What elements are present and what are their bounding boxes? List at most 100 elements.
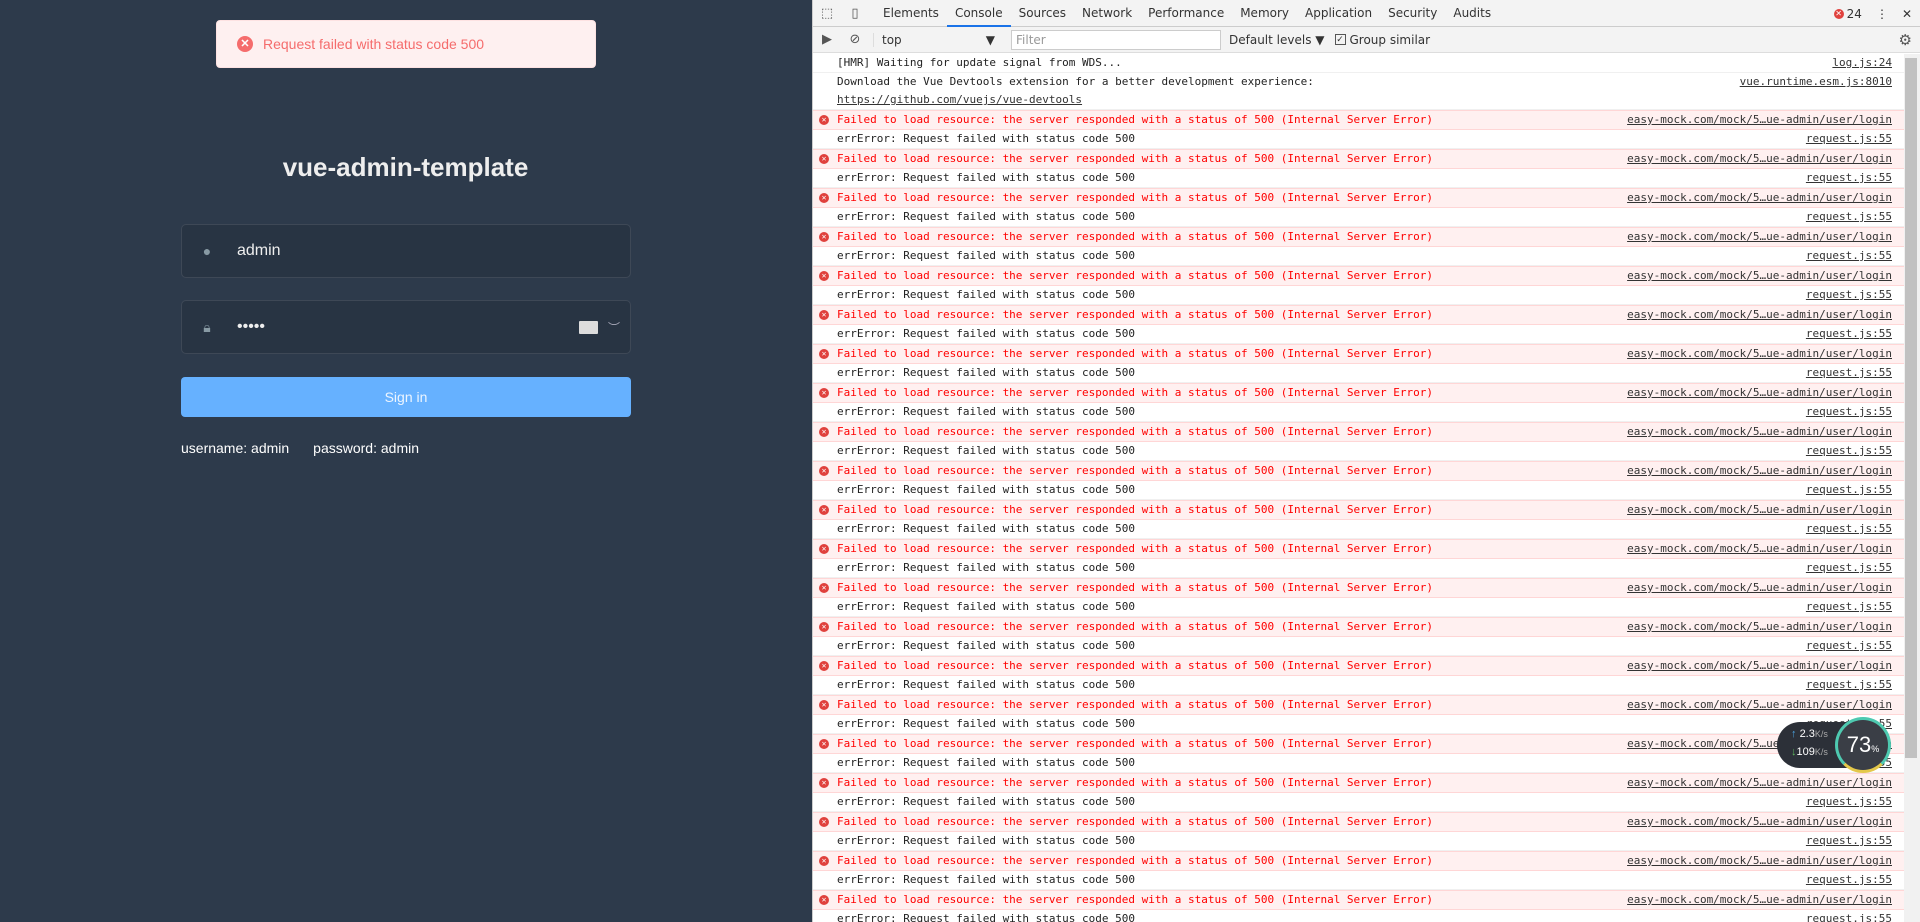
tab-performance[interactable]: Performance bbox=[1140, 0, 1232, 27]
keyboard-icon[interactable] bbox=[578, 321, 598, 334]
error-icon: ✕ bbox=[819, 700, 829, 710]
console-log-row: errError: Request failed with status cod… bbox=[813, 286, 1904, 305]
source-link[interactable]: easy-mock.com/mock/5…ue-admin/user/login bbox=[1627, 852, 1892, 870]
message-text: Failed to load resource: the server resp… bbox=[837, 776, 1434, 789]
context-selector[interactable]: top ▼ bbox=[873, 32, 1003, 47]
tab-sources[interactable]: Sources bbox=[1011, 0, 1074, 27]
source-link[interactable]: easy-mock.com/mock/5…ue-admin/user/login bbox=[1627, 150, 1892, 168]
clear-console-icon[interactable]: ⊘ bbox=[841, 32, 869, 47]
message-text: Failed to load resource: the server resp… bbox=[837, 893, 1434, 906]
console-log-row: errError: Request failed with status cod… bbox=[813, 559, 1904, 578]
source-link[interactable]: request.js:55 bbox=[1806, 637, 1892, 655]
scrollbar-track[interactable] bbox=[1904, 54, 1920, 922]
filter-input[interactable]: Filter bbox=[1011, 29, 1221, 50]
password-field[interactable]: 🔒︎ ••••• ︶ bbox=[181, 300, 631, 354]
source-link[interactable]: request.js:55 bbox=[1806, 832, 1892, 850]
error-icon: ✕ bbox=[819, 193, 829, 203]
source-link[interactable]: easy-mock.com/mock/5…ue-admin/user/login bbox=[1627, 696, 1892, 714]
devtools-tabbar: ⬚ ▯ Elements Console Sources Network Perform… bbox=[813, 0, 1920, 27]
source-link[interactable]: request.js:55 bbox=[1806, 481, 1892, 499]
source-link[interactable]: request.js:55 bbox=[1806, 130, 1892, 148]
source-link[interactable]: easy-mock.com/mock/5…ue-admin/user/login bbox=[1627, 891, 1892, 909]
levels-dropdown[interactable]: Default levels ▼ bbox=[1229, 33, 1325, 47]
console-error-row: ✕ Failed to load resource: the server res… bbox=[813, 188, 1904, 208]
console-log-row: errError: Request failed with status cod… bbox=[813, 364, 1904, 383]
source-link[interactable]: request.js:55 bbox=[1806, 871, 1892, 889]
devtools-link[interactable]: https://github.com/vuejs/vue-devtools bbox=[837, 91, 1892, 109]
source-link[interactable]: easy-mock.com/mock/5…ue-admin/user/login bbox=[1627, 345, 1892, 363]
username-field[interactable]: ● admin bbox=[181, 224, 631, 278]
console-error-row: ✕ Failed to load resource: the server res… bbox=[813, 812, 1904, 832]
source-link[interactable]: log.js:24 bbox=[1832, 54, 1892, 72]
source-link[interactable]: easy-mock.com/mock/5…ue-admin/user/login bbox=[1627, 774, 1892, 792]
source-link[interactable]: request.js:55 bbox=[1806, 676, 1892, 694]
device-toolbar-icon[interactable]: ▯ bbox=[841, 6, 869, 21]
console-toolbar: ▶ ⊘ top ▼ Filter Default levels ▼ ✓ Group … bbox=[813, 27, 1920, 53]
group-similar-checkbox[interactable]: ✓ Group similar bbox=[1334, 33, 1430, 47]
source-link[interactable]: request.js:55 bbox=[1806, 364, 1892, 382]
tab-memory[interactable]: Memory bbox=[1232, 0, 1297, 27]
password-input[interactable]: ••••• bbox=[237, 318, 265, 336]
source-link[interactable]: request.js:55 bbox=[1806, 793, 1892, 811]
tab-network[interactable]: Network bbox=[1074, 0, 1140, 27]
source-link[interactable]: easy-mock.com/mock/5…ue-admin/user/login bbox=[1627, 618, 1892, 636]
sidebar-toggle-icon[interactable]: ▶ bbox=[813, 32, 841, 47]
more-menu-icon[interactable]: ⋮ bbox=[1876, 7, 1888, 21]
tab-application[interactable]: Application bbox=[1297, 0, 1380, 27]
message-text: Failed to load resource: the server resp… bbox=[837, 230, 1434, 243]
source-link[interactable]: easy-mock.com/mock/5…ue-admin/user/login bbox=[1627, 462, 1892, 480]
source-link[interactable]: request.js:55 bbox=[1806, 598, 1892, 616]
download-speed: 109 bbox=[1796, 746, 1815, 758]
source-link[interactable]: request.js:55 bbox=[1806, 247, 1892, 265]
tab-elements[interactable]: Elements bbox=[875, 0, 947, 27]
source-link[interactable]: easy-mock.com/mock/5…ue-admin/user/login bbox=[1627, 189, 1892, 207]
dropdown-arrow-icon: ▼ bbox=[985, 32, 995, 47]
source-link[interactable]: easy-mock.com/mock/5…ue-admin/user/login bbox=[1627, 423, 1892, 441]
source-link[interactable]: easy-mock.com/mock/5…ue-admin/user/login bbox=[1627, 111, 1892, 129]
error-icon: ✕ bbox=[1833, 8, 1844, 19]
context-value: top bbox=[882, 32, 902, 47]
memory-gauge[interactable]: 73% bbox=[1835, 717, 1891, 773]
tab-audits[interactable]: Audits bbox=[1445, 0, 1499, 27]
sign-in-button[interactable]: Sign in bbox=[181, 377, 631, 417]
gauge-percent: 73 bbox=[1846, 732, 1872, 757]
error-icon: ✕ bbox=[819, 154, 829, 164]
source-link[interactable]: request.js:55 bbox=[1806, 442, 1892, 460]
source-link[interactable]: request.js:55 bbox=[1806, 910, 1892, 922]
source-link[interactable]: request.js:55 bbox=[1806, 559, 1892, 577]
source-link[interactable]: request.js:55 bbox=[1806, 520, 1892, 538]
console-log-row: errError: Request failed with status cod… bbox=[813, 325, 1904, 344]
source-link[interactable]: request.js:55 bbox=[1806, 286, 1892, 304]
message-text: errError: Request failed with status cod… bbox=[837, 678, 1136, 691]
inspect-icon[interactable]: ⬚ bbox=[813, 6, 841, 21]
username-input[interactable]: admin bbox=[237, 242, 281, 260]
source-link[interactable]: easy-mock.com/mock/5…ue-admin/user/login bbox=[1627, 501, 1892, 519]
source-link[interactable]: easy-mock.com/mock/5…ue-admin/user/login bbox=[1627, 267, 1892, 285]
eye-closed-icon[interactable]: ︶ bbox=[608, 319, 620, 336]
tab-console[interactable]: Console bbox=[946, 0, 1011, 27]
source-link[interactable]: easy-mock.com/mock/5…ue-admin/user/login bbox=[1627, 540, 1892, 558]
error-count-badge[interactable]: ✕ 24 bbox=[1833, 7, 1862, 21]
source-link[interactable]: request.js:55 bbox=[1806, 208, 1892, 226]
scrollbar-thumb[interactable] bbox=[1905, 58, 1917, 758]
source-link[interactable]: easy-mock.com/mock/5…ue-admin/user/login bbox=[1627, 228, 1892, 246]
source-link[interactable]: request.js:55 bbox=[1806, 169, 1892, 187]
tab-security[interactable]: Security bbox=[1380, 0, 1445, 27]
message-text: Failed to load resource: the server resp… bbox=[837, 347, 1434, 360]
source-link[interactable]: easy-mock.com/mock/5…ue-admin/user/login bbox=[1627, 384, 1892, 402]
console-message: Download the Vue Devtools extension for … bbox=[813, 73, 1904, 110]
console-log-row: errError: Request failed with status cod… bbox=[813, 403, 1904, 422]
source-link[interactable]: request.js:55 bbox=[1806, 325, 1892, 343]
source-link[interactable]: easy-mock.com/mock/5…ue-admin/user/login bbox=[1627, 657, 1892, 675]
settings-gear-icon[interactable]: ⚙ bbox=[1899, 31, 1912, 49]
close-icon[interactable]: ✕ bbox=[1902, 7, 1912, 21]
source-link[interactable]: easy-mock.com/mock/5…ue-admin/user/login bbox=[1627, 813, 1892, 831]
source-link[interactable]: easy-mock.com/mock/5…ue-admin/user/login bbox=[1627, 579, 1892, 597]
message-text: Failed to load resource: the server resp… bbox=[837, 152, 1434, 165]
levels-label: Default levels bbox=[1229, 32, 1312, 47]
source-link[interactable]: request.js:55 bbox=[1806, 403, 1892, 421]
message-text: Failed to load resource: the server resp… bbox=[837, 308, 1434, 321]
source-link[interactable]: vue.runtime.esm.js:8010 bbox=[1740, 73, 1892, 91]
message-text: errError: Request failed with status cod… bbox=[837, 834, 1136, 847]
source-link[interactable]: easy-mock.com/mock/5…ue-admin/user/login bbox=[1627, 306, 1892, 324]
